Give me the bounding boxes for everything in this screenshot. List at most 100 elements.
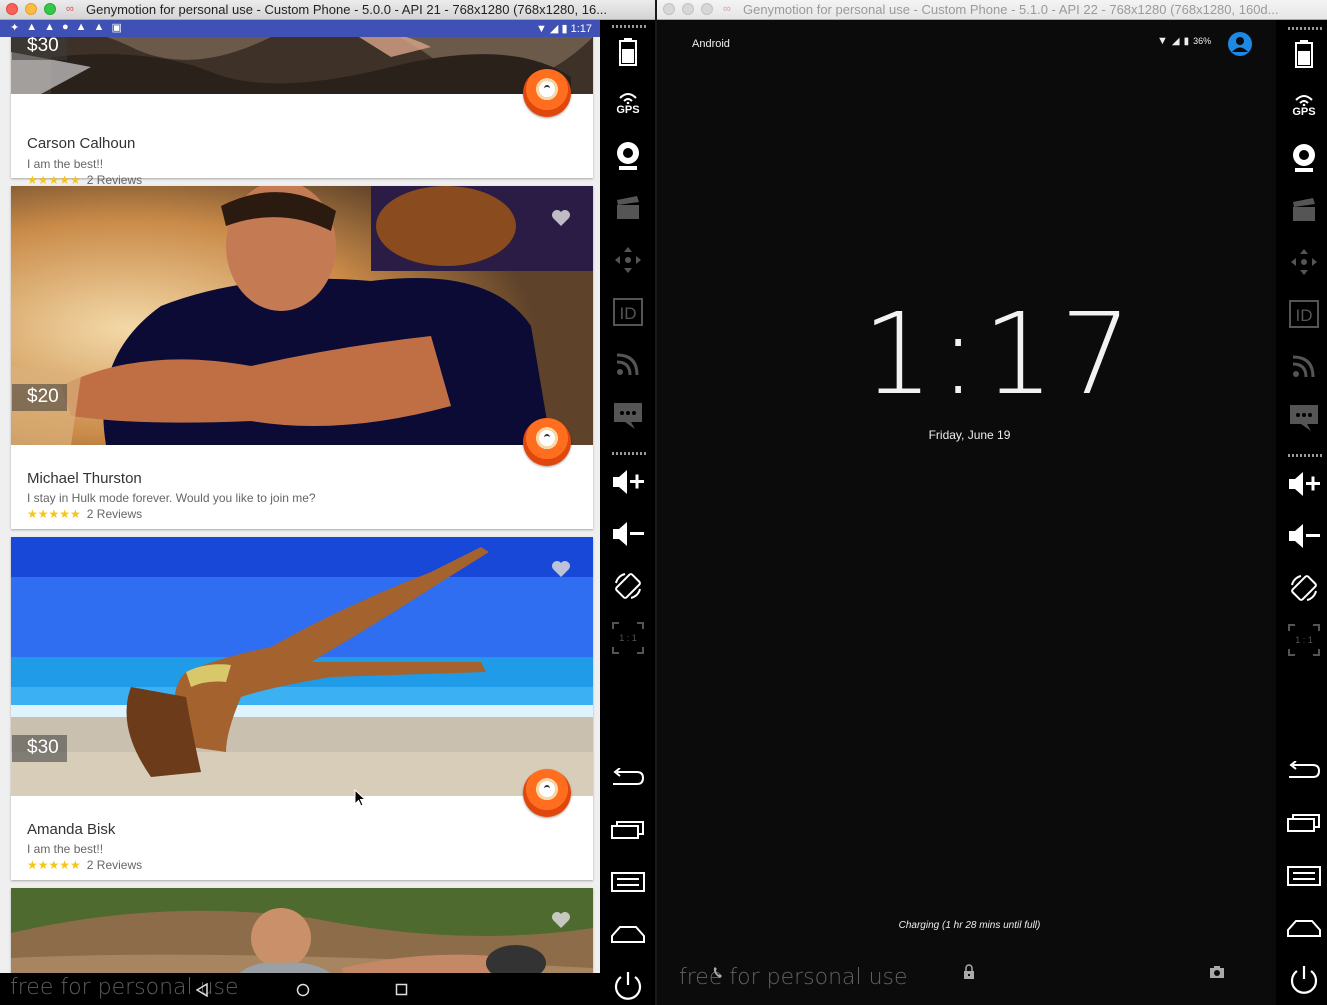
trainer-card[interactable]: $20 Michael Thurston I stay in Hulk mode…	[11, 186, 593, 529]
zoom-window-button[interactable]	[44, 3, 56, 15]
scale-label: 1 : 1	[619, 633, 637, 643]
trainer-avatar[interactable]	[523, 769, 571, 817]
trainer-photo	[11, 37, 593, 94]
genymotion-icon: ∞	[66, 3, 74, 15]
rotate-icon[interactable]	[1284, 568, 1324, 608]
review-count: 2 Reviews	[86, 858, 143, 872]
phone-icon[interactable]	[712, 966, 728, 980]
toolbar-separator	[612, 452, 646, 455]
webcam-icon[interactable]	[1284, 138, 1324, 178]
volume-up-icon[interactable]	[608, 462, 648, 502]
dropbox-icon: ✦	[10, 22, 20, 34]
minimize-window-button[interactable]	[25, 3, 37, 15]
rotate-icon[interactable]	[608, 566, 648, 606]
nav-recent-apps-icon[interactable]	[395, 983, 408, 996]
pixel-perfect-icon[interactable]: 1 : 1	[1284, 620, 1324, 660]
wifi-icon: ▼	[535, 23, 547, 35]
battery-icon[interactable]	[608, 32, 648, 72]
menu-icon[interactable]	[608, 862, 648, 902]
back-icon[interactable]	[1284, 751, 1324, 791]
power-icon[interactable]	[1284, 960, 1324, 1000]
home-icon[interactable]	[608, 914, 648, 954]
battery-icon[interactable]	[1284, 34, 1324, 74]
lock-clock: 1:17	[862, 290, 1138, 420]
trainer-description: I stay in Hulk mode forever. Would you l…	[27, 491, 316, 505]
status-time: 1:17	[570, 23, 592, 35]
lock-status-icons: ▼ ◢ ▮ 36%	[1157, 35, 1211, 47]
battery-icon: ▮	[1183, 35, 1190, 47]
traffic-lights	[6, 3, 56, 15]
network-icon[interactable]	[608, 344, 648, 384]
window-title: Genymotion for personal use - Custom Pho…	[86, 2, 608, 17]
alert-icon: ●	[62, 21, 69, 33]
recent-apps-icon[interactable]	[1284, 803, 1324, 843]
camera-icon[interactable]	[1209, 965, 1225, 979]
trainer-card[interactable]: $30 Carson Calhoun I am the best!! ★★★★★…	[11, 37, 593, 187]
window-titlebar[interactable]: ∞ Genymotion for personal use - Custom P…	[0, 0, 655, 20]
volume-down-icon[interactable]	[1284, 516, 1324, 556]
minimize-window-button[interactable]	[682, 3, 694, 15]
trainer-photo	[11, 186, 593, 445]
favorite-heart-icon[interactable]	[551, 208, 571, 228]
device-id-icon[interactable]: ID	[1284, 294, 1324, 334]
battery-icon: ▮	[561, 23, 568, 35]
back-icon[interactable]	[608, 758, 648, 798]
sms-icon[interactable]	[608, 396, 648, 436]
capture-icon[interactable]	[608, 188, 648, 228]
warning-icon: ▲	[26, 21, 38, 33]
toolbar-separator	[1288, 27, 1322, 30]
close-window-button[interactable]	[663, 3, 675, 15]
lock-icon[interactable]	[962, 964, 976, 980]
zoom-window-button[interactable]	[701, 3, 713, 15]
device-id-icon[interactable]: ID	[608, 292, 648, 332]
user-avatar-icon[interactable]	[1228, 32, 1252, 56]
window-title: Genymotion for personal use - Custom Pho…	[743, 2, 1279, 17]
star-rating: ★★★★★	[27, 173, 81, 187]
trainer-description: I am the best!!	[27, 842, 104, 856]
trainer-name: Carson Calhoun	[27, 135, 136, 152]
trainer-list[interactable]: $30 Carson Calhoun I am the best!! ★★★★★…	[0, 37, 600, 973]
trainer-card[interactable]	[11, 888, 593, 973]
warning-icon: ▲	[75, 21, 87, 33]
favorite-heart-icon[interactable]	[551, 910, 571, 930]
power-icon[interactable]	[608, 966, 648, 1005]
nav-home-icon[interactable]	[296, 983, 310, 997]
lock-screen[interactable]: Android ▼ ◢ ▮ 36% 1:17 Friday, June 19 C…	[657, 20, 1272, 1005]
gps-icon[interactable]: GPS	[1284, 86, 1324, 126]
trainer-avatar[interactable]	[523, 418, 571, 466]
recent-apps-icon[interactable]	[608, 810, 648, 850]
scale-label: 1 : 1	[1295, 635, 1313, 645]
lock-date: Friday, June 19	[928, 428, 1011, 442]
favorite-heart-icon[interactable]	[551, 559, 571, 579]
nav-back-icon[interactable]	[196, 983, 208, 997]
trainer-name: Michael Thurston	[27, 470, 142, 487]
volume-up-icon[interactable]	[1284, 464, 1324, 504]
battery-percent: 36%	[1193, 36, 1212, 46]
price-badge: $20	[12, 384, 67, 411]
webcam-icon[interactable]	[608, 136, 648, 176]
close-window-button[interactable]	[6, 3, 18, 15]
home-icon[interactable]	[1284, 908, 1324, 948]
sms-icon[interactable]	[1284, 398, 1324, 438]
rating-row: ★★★★★ 2 Reviews	[27, 858, 142, 872]
network-icon[interactable]	[1284, 346, 1324, 386]
trainer-card[interactable]: $30 Amanda Bisk I am the best!! ★★★★★ 2 R…	[11, 537, 593, 880]
window-titlebar[interactable]: ∞ Genymotion for personal use - Custom P…	[657, 0, 1327, 20]
volume-down-icon[interactable]	[608, 514, 648, 554]
trainer-avatar[interactable]	[523, 69, 571, 117]
dpad-icon[interactable]	[1284, 242, 1324, 282]
menu-icon[interactable]	[1284, 856, 1324, 896]
mouse-cursor-icon	[354, 789, 366, 807]
gps-label: GPS	[616, 104, 640, 116]
rating-row: ★★★★★ 2 Reviews	[27, 507, 142, 521]
gps-icon[interactable]: GPS	[608, 84, 648, 124]
capture-icon[interactable]	[1284, 190, 1324, 230]
traffic-lights	[663, 3, 713, 15]
wifi-icon: ▼	[1157, 35, 1168, 47]
signal-icon: ◢	[549, 23, 559, 35]
pixel-perfect-icon[interactable]: 1 : 1	[608, 618, 648, 658]
dpad-icon[interactable]	[608, 240, 648, 280]
warning-icon: ▲	[44, 21, 55, 33]
svg-text:ID: ID	[620, 304, 637, 323]
star-rating: ★★★★★	[27, 507, 81, 521]
